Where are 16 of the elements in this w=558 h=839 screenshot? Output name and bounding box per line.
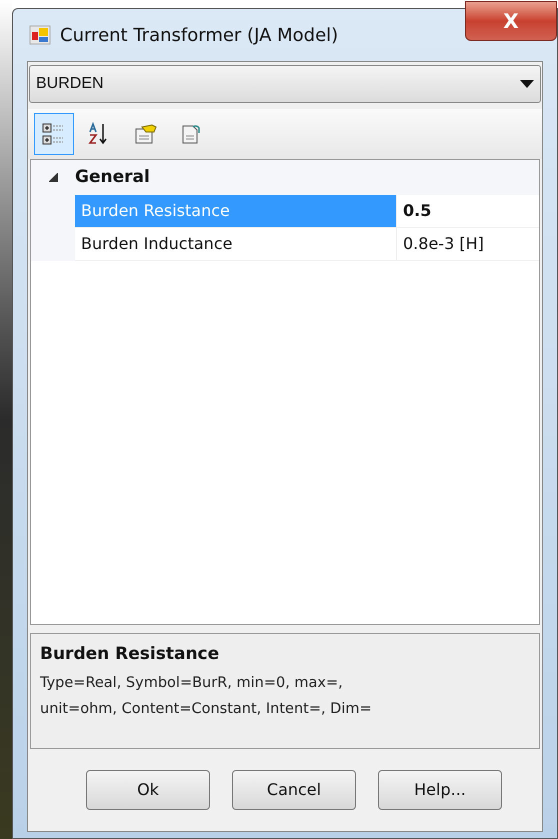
object-dropdown[interactable]: BURDEN xyxy=(29,65,541,103)
close-button[interactable]: X xyxy=(465,1,557,41)
dialog-button[interactable]: Ok xyxy=(86,770,210,810)
collapse-triangle-icon[interactable] xyxy=(48,173,58,182)
property-value[interactable]: 0.8e-3 [H] xyxy=(397,228,539,260)
app-icon xyxy=(29,25,51,45)
dropdown-caret-icon xyxy=(520,80,534,88)
property-name[interactable]: Burden Inductance xyxy=(75,228,397,260)
categorized-list-icon[interactable] xyxy=(34,113,74,155)
window-title: Current Transformer (JA Model) xyxy=(60,24,338,48)
description-title: Burden Resistance xyxy=(40,643,220,666)
description-text: Type=Real, Symbol=BurR, min=0, max=, unit=ohm, Content=Constant, Intent=, Dim= xyxy=(40,674,373,718)
category-header[interactable]: General xyxy=(75,164,150,190)
property-value[interactable]: 0.5 xyxy=(397,195,539,227)
dialog-button[interactable]: Help... xyxy=(378,770,502,810)
dialog-button[interactable]: Cancel xyxy=(232,770,356,810)
